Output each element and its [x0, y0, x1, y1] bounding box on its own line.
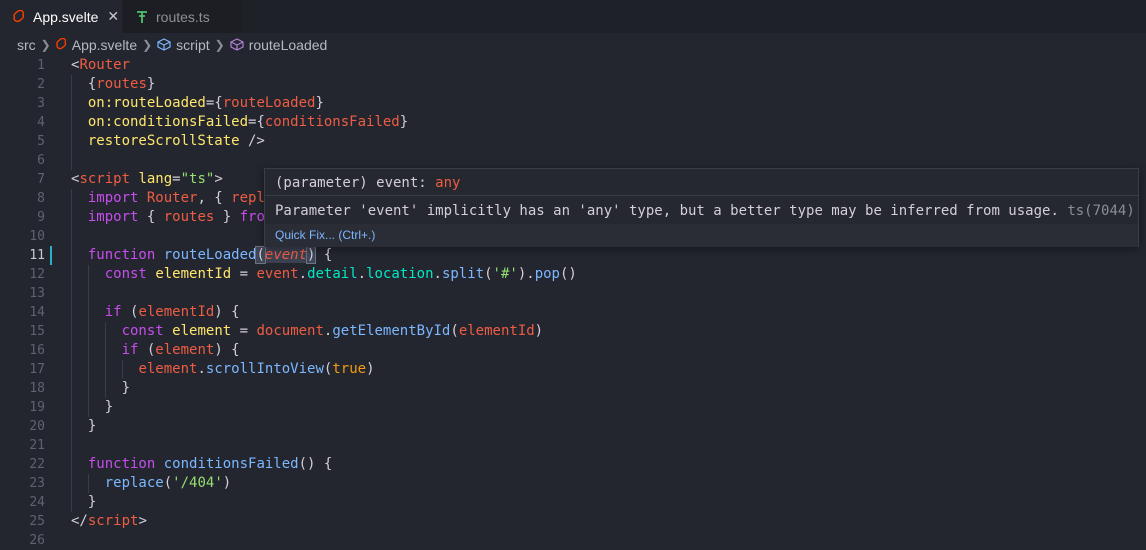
code-line: 2 {routes} [0, 75, 1146, 94]
code-text: const elementId = event.detail.location.… [104, 266, 577, 282]
line-number: 7 [37, 172, 45, 187]
code-line: 12 const elementId = event.detail.locati… [0, 265, 1146, 284]
code-text: function routeLoaded(event) { [87, 246, 333, 264]
hover-signature: (parameter) event: any [275, 175, 460, 191]
code-text: </script> [71, 513, 147, 529]
modified-line-marker [50, 246, 52, 265]
code-line: 23 replace('/404') [0, 474, 1146, 493]
tab-label: routes.ts [156, 8, 210, 25]
signature-type: any [435, 175, 461, 191]
line-number: 10 [29, 229, 45, 244]
module-icon [157, 38, 171, 51]
svelte-icon [12, 9, 26, 25]
line-number: 14 [29, 305, 45, 320]
code-text: <Router [71, 57, 131, 73]
code-editor[interactable]: 1 <Router 2 {routes} 3 on:routeLoaded={r… [0, 56, 1146, 548]
line-number: 24 [29, 495, 45, 510]
line-number: 3 [37, 96, 45, 111]
code-line: 4 on:conditionsFailed={conditionsFailed} [0, 113, 1146, 132]
tab-app-svelte[interactable]: App.svelte ✕ [0, 0, 122, 33]
code-text: } [71, 380, 131, 396]
code-line: 3 on:routeLoaded={routeLoaded} [0, 94, 1146, 113]
diagnostic-text: Parameter 'event' implicitly has an 'any… [275, 203, 1059, 219]
line-number: 8 [37, 191, 45, 206]
code-line: 24 } [0, 493, 1146, 512]
code-line: 20 } [0, 417, 1146, 436]
code-text: on:routeLoaded={routeLoaded} [87, 95, 324, 111]
code-text: import { routes } fro [87, 209, 265, 225]
chevron-right-icon: ❯ [142, 37, 153, 52]
code-text: } [71, 399, 114, 415]
line-number: 12 [29, 267, 45, 282]
code-line: 22 function conditionsFailed() { [0, 455, 1146, 474]
line-number: 9 [37, 210, 45, 225]
line-number: 26 [29, 533, 45, 548]
code-text: element.scrollIntoView(true) [138, 361, 375, 377]
method-icon [230, 38, 244, 51]
line-number: 2 [37, 77, 45, 92]
breadcrumb: src ❯ App.svelte ❯ script ❯ routeLoaded [0, 33, 1146, 56]
close-icon[interactable]: ✕ [107, 8, 119, 25]
line-number: 16 [29, 343, 45, 358]
line-number: 15 [29, 324, 45, 339]
code-line: 13 [0, 284, 1146, 303]
code-line: 14 if (elementId) { [0, 303, 1146, 322]
line-number: 21 [29, 438, 45, 453]
line-number: 1 [37, 58, 45, 73]
line-number: 11 [29, 248, 45, 263]
code-text: } [71, 418, 97, 434]
line-number: 19 [29, 400, 45, 415]
line-number: 6 [37, 153, 45, 168]
hover-message: Parameter 'event' implicitly has an 'any… [275, 203, 1135, 219]
svelte-icon [56, 38, 67, 51]
hover-tooltip: (parameter) event: any Parameter 'event'… [264, 168, 1139, 247]
tab-label: App.svelte [33, 8, 99, 25]
line-number: 22 [29, 457, 45, 472]
code-text: import Router, { repl [87, 190, 265, 206]
typescript-icon [135, 9, 149, 25]
code-line: 5 restoreScrollState /> [0, 132, 1146, 151]
chevron-right-icon: ❯ [214, 37, 225, 52]
code-text: if (element) { [121, 342, 240, 358]
code-text: on:conditionsFailed={conditionsFailed} [87, 114, 409, 130]
breadcrumb-item-function[interactable]: routeLoaded [249, 37, 328, 53]
chevron-right-icon: ❯ [40, 37, 51, 52]
divider [265, 195, 1138, 196]
breadcrumb-item-file[interactable]: App.svelte [72, 37, 137, 53]
code-line: 19 } [0, 398, 1146, 417]
code-line: 17 element.scrollIntoView(true) [0, 360, 1146, 379]
code-line-active: 11 function routeLoaded(event) { [0, 246, 1146, 265]
signature-prefix: (parameter) event: [275, 175, 436, 191]
code-line: 18 } [0, 379, 1146, 398]
code-line: 26 [0, 531, 1146, 550]
code-text: replace('/404') [104, 475, 232, 491]
code-line: 21 [0, 436, 1146, 455]
quick-fix-link[interactable]: Quick Fix... (Ctrl+.) [275, 228, 375, 242]
line-number: 25 [29, 514, 45, 529]
line-number: 5 [37, 134, 45, 149]
code-text: const element = document.getElementById(… [121, 323, 544, 339]
line-number: 18 [29, 381, 45, 396]
breadcrumb-item-script[interactable]: script [176, 37, 209, 53]
code-text: } [71, 494, 97, 510]
breadcrumb-item-src[interactable]: src [17, 37, 36, 53]
tab-routes-ts[interactable]: routes.ts [123, 0, 242, 33]
line-number: 13 [29, 286, 45, 301]
line-number: 20 [29, 419, 45, 434]
code-line: 16 if (element) { [0, 341, 1146, 360]
line-number: 4 [37, 115, 45, 130]
code-text: if (elementId) { [104, 304, 240, 320]
line-number: 17 [29, 362, 45, 377]
code-text: {routes} [71, 76, 156, 92]
diagnostic-code: ts(7044) [1067, 203, 1135, 219]
code-text: <script lang="ts"> [71, 171, 223, 187]
code-text: function conditionsFailed() { [87, 456, 333, 472]
line-number: 23 [29, 476, 45, 491]
code-text: restoreScrollState /> [87, 133, 265, 149]
code-line: 15 const element = document.getElementBy… [0, 322, 1146, 341]
hover-actions: Quick Fix... (Ctrl+.) [265, 224, 1138, 247]
tab-bar: App.svelte ✕ routes.ts [0, 0, 1146, 33]
code-line: 25 </script> [0, 512, 1146, 531]
code-line: 1 <Router [0, 56, 1146, 75]
